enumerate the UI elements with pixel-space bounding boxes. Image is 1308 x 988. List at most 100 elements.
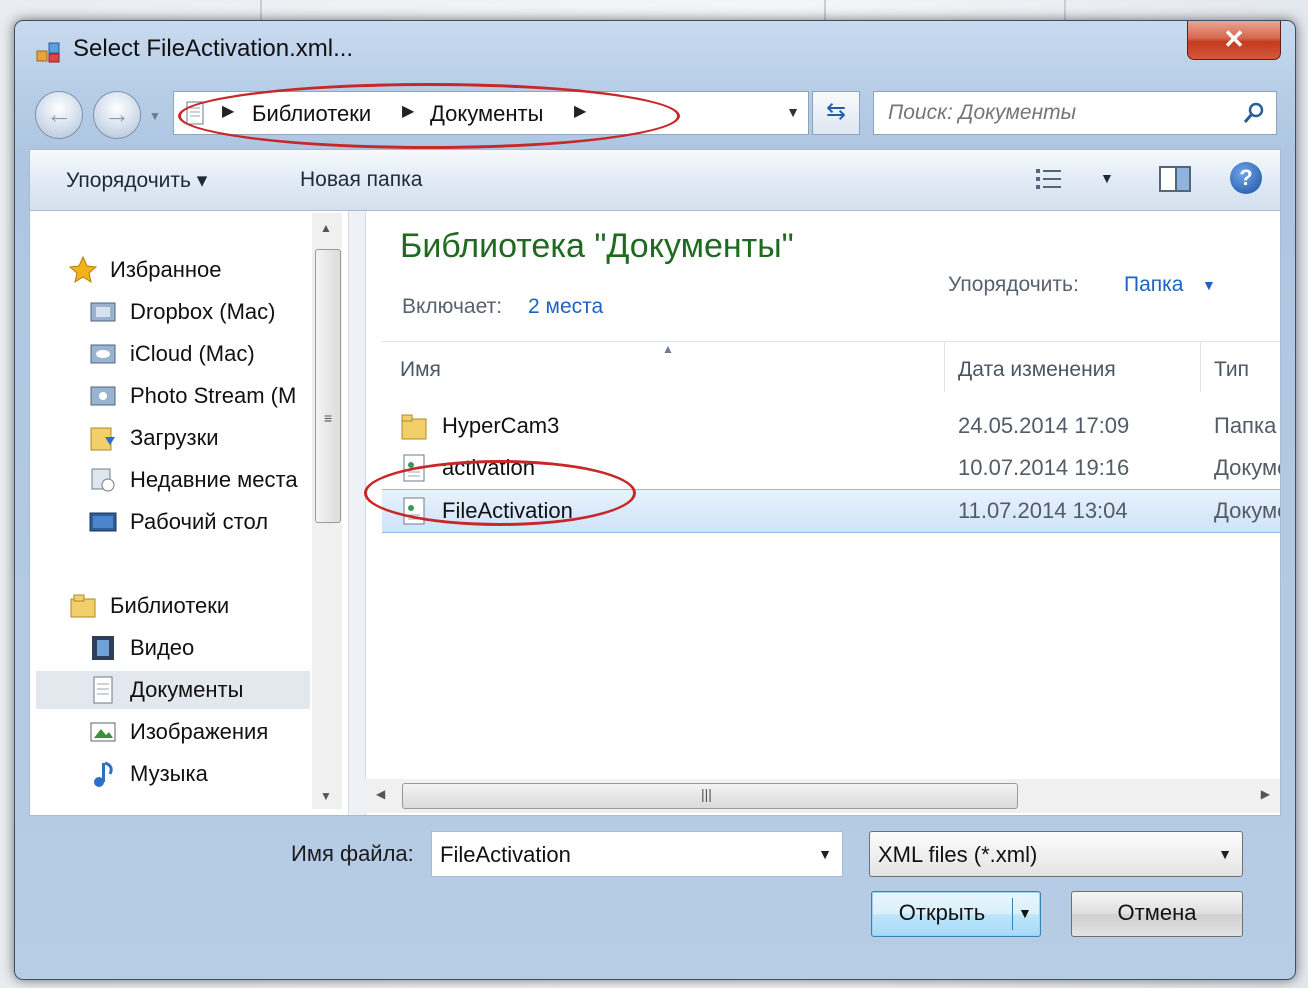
file-type: Докуме — [1214, 498, 1280, 523]
search-input[interactable] — [888, 101, 1218, 125]
nav-item-label: Загрузки — [130, 425, 219, 450]
views-dropdown-icon[interactable]: ▼ — [1100, 170, 1114, 186]
nav-item-music[interactable]: Музыка — [88, 755, 310, 793]
library-locations-link[interactable]: 2 места — [528, 295, 603, 319]
scroll-left-icon[interactable]: ◀ — [376, 787, 385, 801]
file-name: HyperCam3 — [442, 413, 560, 438]
network-folder-icon — [90, 344, 116, 364]
dialog-content: Избранное Dropbox (Mac) iCloud (Mac) Pho… — [29, 211, 1281, 816]
filetype-select[interactable]: XML files (*.xml) ▼ — [869, 831, 1243, 877]
filetype-value: XML files (*.xml) — [878, 842, 1038, 867]
views-icon[interactable] — [1034, 166, 1064, 192]
column-separator[interactable] — [1200, 342, 1201, 392]
network-folder-icon — [90, 386, 116, 406]
background-divider — [1064, 0, 1066, 20]
file-date: 11.07.2014 13:04 — [958, 498, 1128, 523]
filename-input[interactable] — [440, 842, 800, 868]
help-icon[interactable]: ? — [1230, 162, 1262, 194]
nav-libraries[interactable]: Библиотеки — [68, 587, 308, 625]
open-options-dropdown-icon[interactable]: ▼ — [1018, 892, 1032, 934]
command-bar: Упорядочить ▾ Новая папка ▼ ? — [29, 149, 1281, 211]
column-date[interactable]: Дата изменения — [958, 358, 1116, 382]
file-date: 24.05.2014 17:09 — [958, 413, 1130, 438]
horizontal-scrollbar-thumb[interactable]: ||| — [402, 783, 1018, 809]
nav-item-icloud[interactable]: iCloud (Mac) — [88, 335, 310, 373]
cancel-button[interactable]: Отмена — [1071, 891, 1243, 937]
library-includes-label: Включает: — [402, 295, 503, 318]
nav-item-label: Музыка — [130, 761, 208, 786]
nav-item-dropbox[interactable]: Dropbox (Mac) — [88, 293, 310, 331]
nav-item-label: Photo Stream (M — [130, 383, 297, 408]
recent-places-icon — [91, 468, 115, 492]
nav-item-photo-stream[interactable]: Photo Stream (M — [88, 377, 310, 415]
libraries-icon — [70, 594, 96, 618]
file-open-dialog: Select FileActivation.xml... ✕ ← → ▼ ▶ Б… — [14, 20, 1296, 980]
nav-item-pictures[interactable]: Изображения — [88, 713, 310, 751]
split-divider — [1012, 898, 1013, 930]
video-icon — [92, 636, 114, 660]
search-box[interactable] — [873, 91, 1277, 135]
chevron-down-icon: ▼ — [149, 109, 161, 123]
recent-pages-button[interactable]: ▼ — [149, 109, 161, 123]
scroll-down-icon[interactable]: ▼ — [320, 789, 332, 803]
nav-item-videos[interactable]: Видео — [88, 629, 310, 667]
window-title: Select FileActivation.xml... — [73, 35, 354, 62]
file-type: Докуме — [1214, 455, 1280, 480]
address-dropdown-icon[interactable]: ▼ — [786, 104, 800, 120]
folder-icon — [401, 414, 427, 440]
column-separator[interactable] — [944, 342, 945, 392]
app-icon — [36, 42, 60, 63]
search-icon[interactable] — [1242, 101, 1266, 125]
chevron-down-icon[interactable]: ▼ — [818, 846, 832, 862]
background-divider — [260, 0, 262, 20]
arrange-by-label: Упорядочить: — [948, 273, 1079, 296]
filename-label: Имя файла: — [291, 841, 414, 866]
new-folder-button[interactable]: Новая папка — [300, 168, 422, 192]
nav-scrollbar-thumb[interactable]: ≡ — [315, 249, 341, 523]
horizontal-scrollbar[interactable]: ◀ ||| ▶ — [364, 779, 1280, 813]
grip-icon: ≡ — [324, 410, 333, 426]
close-button[interactable]: ✕ — [1187, 21, 1281, 60]
annotation-circle-address — [178, 83, 680, 149]
downloads-folder-icon — [90, 427, 115, 451]
annotation-circle-file — [364, 460, 636, 526]
back-button[interactable]: ← — [35, 91, 83, 139]
nav-item-label: Видео — [130, 635, 195, 660]
column-name[interactable]: Имя — [400, 358, 441, 382]
grip-icon: ||| — [701, 786, 712, 802]
file-type: Папка с — [1214, 413, 1280, 438]
refresh-icon: ⇆ — [825, 98, 847, 125]
filename-combobox[interactable]: ▼ — [431, 831, 843, 877]
nav-item-recent-places[interactable]: Недавние места — [88, 461, 310, 499]
organize-button[interactable]: Упорядочить ▾ — [66, 168, 207, 193]
network-folder-icon — [90, 302, 116, 322]
preview-pane-icon[interactable] — [1158, 164, 1192, 194]
chevron-down-icon[interactable]: ▼ — [1218, 846, 1232, 862]
column-header-row: ▲ Имя Дата изменения Тип — [382, 341, 1280, 392]
open-button[interactable]: Открыть ▼ — [871, 891, 1041, 937]
nav-item-label: Документы — [130, 677, 244, 702]
forward-button[interactable]: → — [93, 91, 141, 139]
arrange-by-value[interactable]: Папка — [1124, 273, 1183, 297]
desktop-icon — [89, 512, 117, 532]
pictures-icon — [90, 722, 116, 742]
nav-scrollbar[interactable]: ▲ ≡ ▼ — [312, 213, 342, 809]
nav-item-desktop[interactable]: Рабочий стол — [88, 503, 310, 541]
scroll-right-icon[interactable]: ▶ — [1261, 787, 1270, 801]
nav-item-downloads[interactable]: Загрузки — [88, 419, 310, 457]
nav-favorites[interactable]: Избранное — [68, 251, 308, 289]
arrow-right-icon: → — [104, 99, 130, 129]
nav-libraries-label: Библиотеки — [110, 593, 230, 618]
library-title: Библиотека "Документы" — [400, 227, 794, 265]
nav-item-documents[interactable]: Документы — [36, 671, 310, 709]
refresh-button[interactable]: ⇆ — [812, 91, 860, 135]
nav-item-label: Рабочий стол — [130, 509, 269, 534]
arrange-dropdown-icon[interactable]: ▼ — [1202, 277, 1216, 293]
file-row[interactable]: HyperCam3 24.05.2014 17:09 Папка с — [382, 405, 1280, 447]
background-divider — [824, 0, 826, 20]
nav-item-label: iCloud (Mac) — [130, 341, 255, 366]
title-bar[interactable]: Select FileActivation.xml... ✕ — [15, 21, 1295, 81]
open-button-label: Открыть — [898, 900, 986, 925]
column-type[interactable]: Тип — [1214, 358, 1249, 382]
scroll-up-icon[interactable]: ▲ — [320, 221, 332, 235]
